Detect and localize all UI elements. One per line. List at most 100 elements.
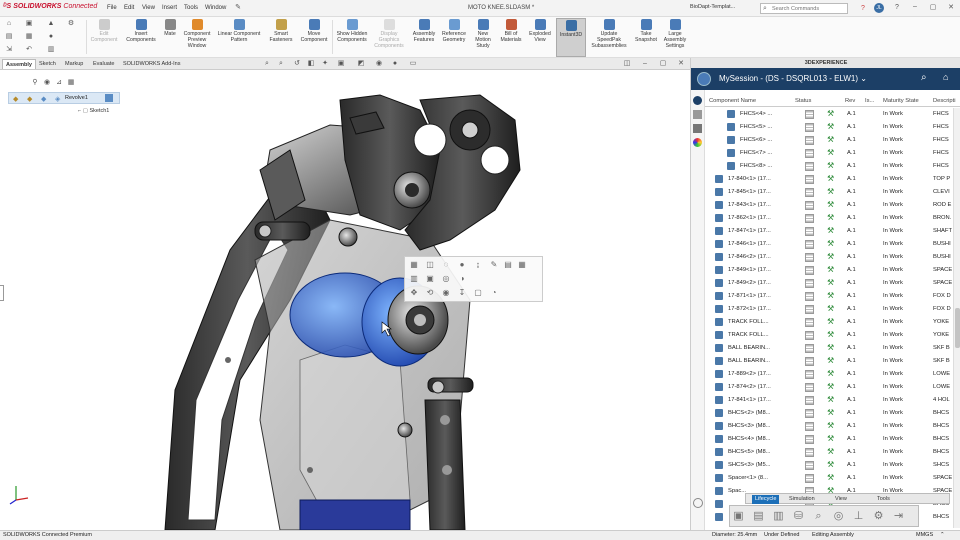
col-maturity-state[interactable]: Maturity State <box>883 98 919 104</box>
feature-tree-item-sketch[interactable]: ⌐ ▢ Sketch1 <box>78 108 109 114</box>
select-icon[interactable]: ▲ <box>46 19 56 29</box>
knee-assembly-model[interactable] <box>0 70 690 530</box>
table-row[interactable]: 17-872<1> (17... ⚒ A.1 In Work FOX D <box>705 303 953 316</box>
table-row[interactable]: 17-845<1> (17... ⚒ A.1 In Work CLEVI <box>705 186 953 199</box>
session-selector[interactable]: MySession - (DS - DSQRL013 - ELW1) ⌄ <box>719 74 867 83</box>
table-row[interactable]: 17-843<1> (17... ⚒ A.1 In Work ROD E <box>705 199 953 212</box>
feature-tree-item-revolve[interactable]: ◆ ◆ ◆ ◈ Revolve1 <box>8 92 120 104</box>
scrollbar-thumb[interactable] <box>955 308 960 348</box>
table-row[interactable]: BHCS<5> (M8... ⚒ A.1 In Work BHCS <box>705 446 953 459</box>
table-row[interactable]: FHCS<8> ... ⚒ A.1 In Work FHCS <box>705 160 953 173</box>
move-component-button[interactable]: Move Component <box>298 18 330 57</box>
table-row[interactable]: 17-849<2> (17... ⚒ A.1 In Work SPACE <box>705 277 953 290</box>
linear-component-pattern-button[interactable]: Linear Component Pattern <box>214 18 264 57</box>
3dexperience-compass-icon[interactable] <box>697 72 711 86</box>
hide-show-icon[interactable]: ◉ <box>374 59 384 69</box>
hide-icon[interactable]: ◌ <box>441 260 451 270</box>
table-row[interactable]: 17-849<1> (17... ⚒ A.1 In Work SPACE <box>705 264 953 277</box>
table-row[interactable]: 17-862<1> (17... ⚒ A.1 In Work BRON. <box>705 212 953 225</box>
calendar-icon[interactable] <box>693 498 703 508</box>
appearance-ctx-icon[interactable]: ● <box>457 260 467 270</box>
table-row[interactable]: BALL BEARIN... ⚒ A.1 In Work SKF B <box>705 342 953 355</box>
table-row[interactable]: BALL BEARIN... ⚒ A.1 In Work SKF B <box>705 355 953 368</box>
menu-window[interactable]: Window <box>205 5 226 11</box>
table-row[interactable]: FHCS<7> ... ⚒ A.1 In Work FHCS <box>705 147 953 160</box>
maturity-icon[interactable]: ◎ <box>832 510 845 523</box>
vertical-scrollbar[interactable] <box>953 108 960 528</box>
edit-component-button[interactable]: Edit Component <box>88 18 120 57</box>
edit-feature-icon[interactable]: ◫ <box>425 260 435 270</box>
revision-icon[interactable]: ⊥ <box>852 510 865 523</box>
zoom-selection-icon[interactable]: ◉ <box>441 288 451 298</box>
home-icon[interactable]: ⌂ <box>4 19 14 29</box>
edit-sketch-icon[interactable]: ▦ <box>409 260 419 270</box>
col-description[interactable]: Descripti <box>933 98 956 104</box>
rebuild-icon[interactable]: ● <box>46 32 56 42</box>
user-avatar[interactable]: JL <box>874 3 884 13</box>
table-icon[interactable]: ▦ <box>517 260 527 270</box>
feature-tree-icon[interactable]: ⚲ <box>30 78 40 88</box>
options-icon[interactable]: ⚙ <box>66 19 76 29</box>
take-snapshot-button[interactable]: Take Snapshot <box>632 18 660 57</box>
table-row[interactable]: 17-841<1> (17... ⚒ A.1 In Work 4 HOL <box>705 394 953 407</box>
reference-geometry-button[interactable]: Reference Geometry <box>439 18 469 57</box>
menu-file[interactable]: File <box>107 5 117 11</box>
view-orientation-icon[interactable]: ▣ <box>336 59 346 69</box>
template-selector[interactable]: BioDapt-Templat... <box>690 4 750 14</box>
tab-simulation[interactable]: Simulation <box>786 495 818 504</box>
section-icon[interactable]: ▤ <box>503 260 513 270</box>
table-row[interactable]: BHCS<3> (M8... ⚒ A.1 In Work BHCS <box>705 420 953 433</box>
move-ctx-icon[interactable]: ✥ <box>409 288 419 298</box>
appearances-icon[interactable] <box>693 138 702 147</box>
table-row[interactable]: 17-889<2> (17... ⚒ A.1 In Work LOWE <box>705 368 953 381</box>
smart-fasteners-button[interactable]: Smart Fasteners <box>264 18 298 57</box>
show-hidden-components-button[interactable]: Show Hidden Components <box>334 18 370 57</box>
tab-sketch[interactable]: Sketch <box>36 59 59 69</box>
tab-addins[interactable]: SOLIDWORKS Add-Ins <box>120 59 183 69</box>
zoom-to-fit-icon[interactable]: ⌕ <box>262 59 272 69</box>
display-graphics-components-button[interactable]: Display Graphics Components <box>370 18 408 57</box>
col-rev[interactable]: Rev <box>845 98 855 104</box>
dimxpert-icon[interactable]: ▦ <box>66 78 76 88</box>
menu-insert[interactable]: Insert <box>162 5 177 11</box>
tab-assembly[interactable]: Assembly <box>2 59 36 69</box>
new-document-icon[interactable]: ▤ <box>4 32 14 42</box>
new-motion-study-button[interactable]: New Motion Study <box>470 18 496 57</box>
transfer-icon[interactable]: ⚙ <box>872 510 885 523</box>
tag-icon[interactable]: ⌂ <box>943 72 948 82</box>
units-selector[interactable]: MMGS <box>916 531 933 540</box>
zoom-area-icon[interactable]: ⌕ <box>276 59 286 69</box>
open-icon[interactable]: ⇲ <box>4 45 14 55</box>
table-row[interactable]: FHCS<6> ... ⚒ A.1 In Work FHCS <box>705 134 953 147</box>
isolate-icon[interactable]: ◎ <box>441 274 451 284</box>
window-minimize-icon[interactable]: – <box>640 59 650 69</box>
design-library-icon[interactable] <box>693 124 702 133</box>
table-row[interactable]: TRACK FOLL... ⚒ A.1 In Work YOKE <box>705 316 953 329</box>
table-row[interactable]: FHCS<4> ... ⚒ A.1 In Work FHCS <box>705 108 953 121</box>
maximize-icon[interactable]: ▢ <box>928 3 938 13</box>
insert-components-button[interactable]: Insert Components <box>122 18 160 57</box>
update-speedpak-button[interactable]: Update SpeedPak Subassemblies <box>588 18 630 57</box>
rollback-icon[interactable]: ↨ <box>473 260 483 270</box>
measure-icon[interactable]: ✎ <box>489 260 499 270</box>
display-style-icon[interactable]: ◩ <box>356 59 366 69</box>
table-row[interactable]: SHCS<3> (M5... ⚒ A.1 In Work SHCS <box>705 459 953 472</box>
table-row[interactable]: BHCS<4> (M8... ⚒ A.1 In Work BHCS <box>705 433 953 446</box>
open-part-icon[interactable]: ▢ <box>473 288 483 298</box>
zoom-icon[interactable]: ⌕ <box>812 510 825 523</box>
database-icon[interactable]: ⛁ <box>792 510 805 523</box>
section-view-icon[interactable]: ◧ <box>306 59 316 69</box>
exploded-view-button[interactable]: Exploded View <box>526 18 554 57</box>
rotate-ctx-icon[interactable]: ⟲ <box>425 288 435 298</box>
large-assembly-settings-button[interactable]: Large Assembly Settings <box>660 18 690 57</box>
tab-tools[interactable]: Tools <box>874 495 893 504</box>
display-settings-icon[interactable]: ▭ <box>408 59 418 69</box>
table-row[interactable]: BHCS<2> (M8... ⚒ A.1 In Work BHCS <box>705 407 953 420</box>
table-row[interactable]: 17-874<2> (17... ⚒ A.1 In Work LOWE <box>705 381 953 394</box>
component-ctx-icon[interactable]: ▥ <box>409 274 419 284</box>
save-icon[interactable]: ▣ <box>24 19 34 29</box>
tab-markup[interactable]: Markup <box>62 59 86 69</box>
tab-evaluate[interactable]: Evaluate <box>90 59 117 69</box>
table-row[interactable]: 17-840<1> (17... ⚒ A.1 In Work TOP P <box>705 173 953 186</box>
window-restore-icon[interactable]: ▢ <box>658 59 668 69</box>
